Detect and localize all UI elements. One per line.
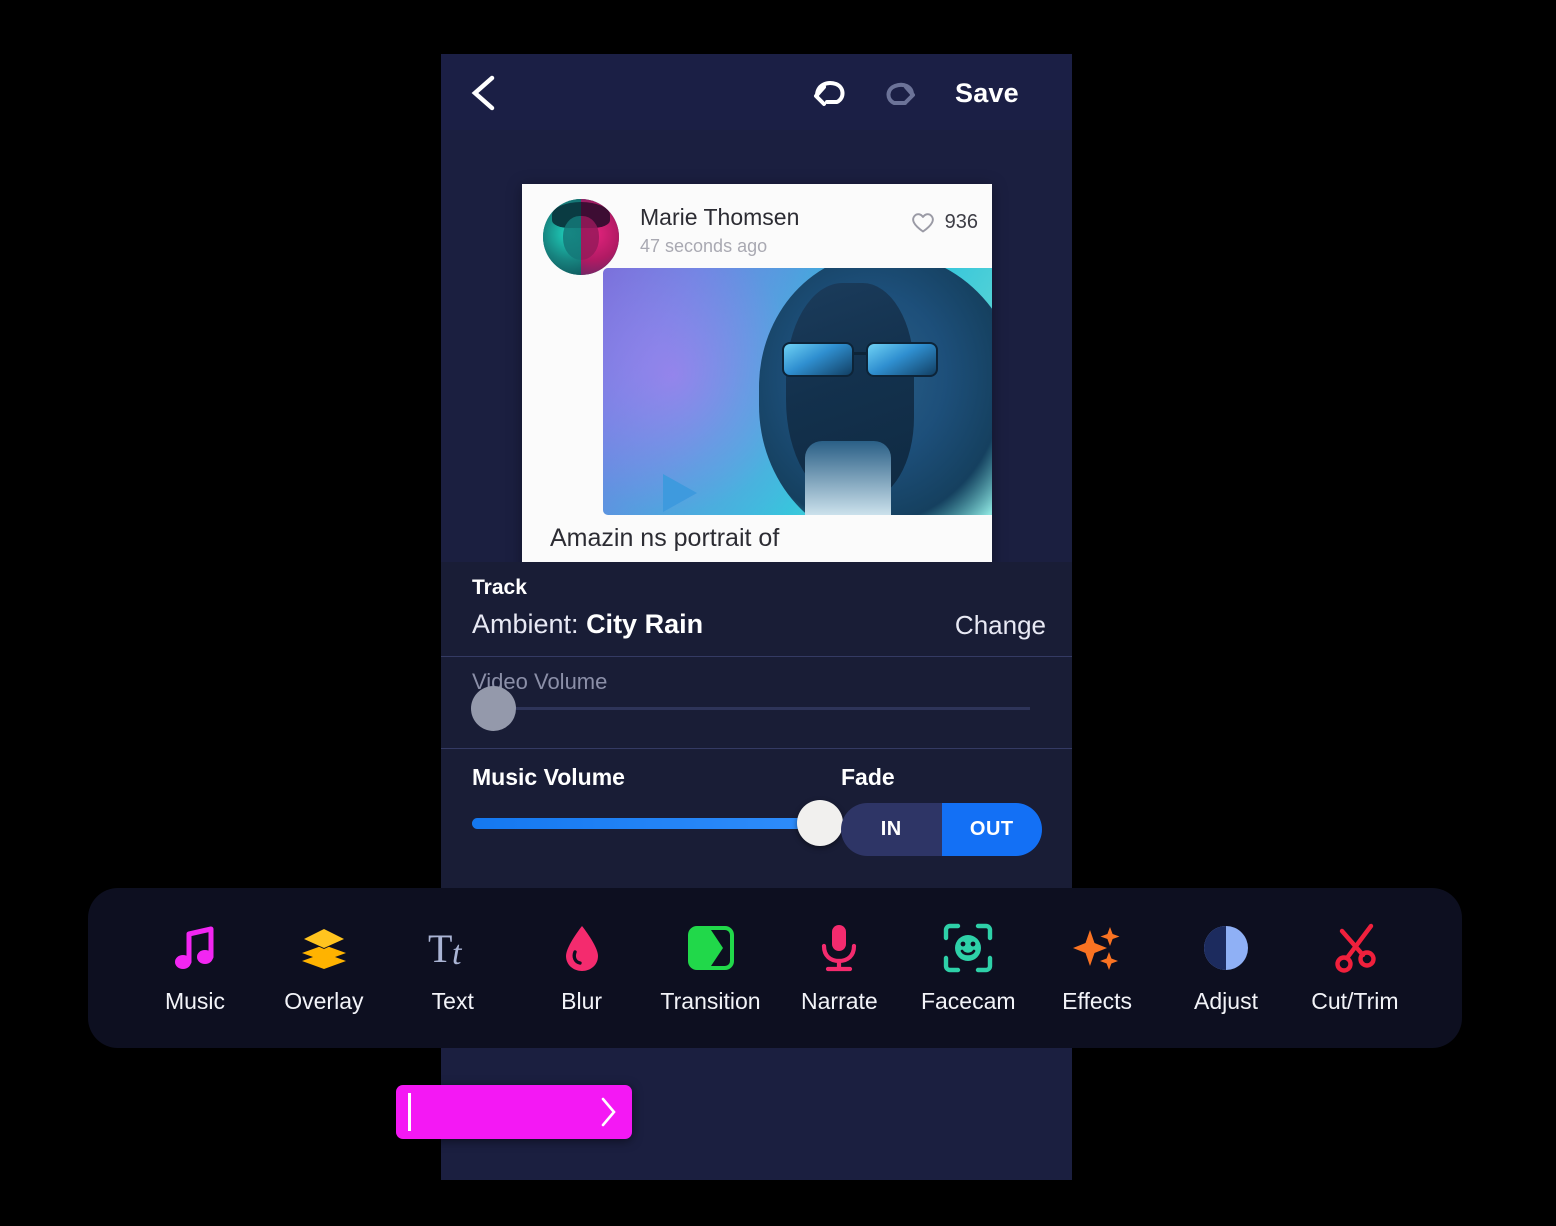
tool-overlay[interactable]: Overlay: [263, 922, 385, 1015]
svg-text:t: t: [452, 935, 463, 972]
play-icon[interactable]: [663, 474, 697, 512]
audio-settings-panel: Track Ambient: City Rain Change Video Vo…: [441, 562, 1072, 942]
divider: [441, 748, 1072, 749]
tool-cut-trim[interactable]: Cut/Trim: [1294, 922, 1416, 1015]
svg-text:T: T: [428, 926, 452, 971]
avatar: [543, 199, 619, 275]
post-author-name: Marie Thomsen: [640, 204, 800, 230]
track-name: City Rain: [586, 609, 704, 639]
like-count: 936: [944, 210, 978, 233]
music-volume-slider-fill: [472, 818, 820, 829]
tool-label: Blur: [561, 987, 603, 1014]
tool-label: Text: [431, 987, 474, 1014]
redo-button[interactable]: [878, 79, 920, 117]
layers-icon: [301, 926, 346, 969]
text-caret-icon: [408, 1093, 411, 1131]
back-button[interactable]: [465, 72, 507, 114]
action-pill-button[interactable]: [396, 1085, 632, 1139]
tool-label: Adjust: [1194, 987, 1258, 1014]
tool-effects[interactable]: Effects: [1036, 922, 1158, 1015]
editor-tool-toolbar: Music Overlay T t Text Blur Transition N…: [88, 888, 1462, 1048]
change-track-button[interactable]: Change: [955, 610, 1046, 641]
tool-label: Narrate: [801, 987, 878, 1014]
fade-out-option[interactable]: OUT: [941, 803, 1042, 856]
sparkles-icon: [1073, 926, 1120, 970]
video-volume-row: Video Volume: [441, 657, 1072, 749]
tool-blur[interactable]: Blur: [521, 922, 643, 1015]
video-preview-area: Marie Thomsen 47 seconds ago 936 Amazin …: [441, 130, 1072, 617]
track-row: Track Ambient: City Rain Change: [441, 562, 1072, 657]
post-card: Marie Thomsen 47 seconds ago 936 Amazin …: [522, 184, 992, 617]
editor-topbar: Save: [441, 54, 1072, 130]
like-group: 936: [910, 210, 978, 234]
track-section-label: Track: [472, 576, 527, 599]
save-button[interactable]: Save: [955, 78, 1019, 109]
transition-icon: [687, 925, 734, 970]
music-volume-slider-track[interactable]: [472, 818, 820, 829]
contrast-icon: [1204, 925, 1248, 970]
droplet-icon: [565, 925, 598, 971]
undo-button[interactable]: [809, 76, 851, 114]
fade-label: Fade: [841, 764, 895, 790]
music-volume-row: Music Volume Fade IN OUT: [441, 750, 1072, 880]
tool-transition[interactable]: Transition: [650, 922, 772, 1015]
post-media-thumbnail: [603, 268, 992, 515]
tool-narrate[interactable]: Narrate: [778, 922, 900, 1015]
screenshot-root: Save Marie Thomsen 47 seconds ago 936 Am…: [0, 0, 1556, 1226]
post-timestamp: 47 seconds ago: [640, 236, 768, 256]
music-volume-slider-thumb[interactable]: [797, 800, 843, 846]
post-caption: Amazin ns portrait of: [550, 524, 780, 552]
chevron-left-icon: [471, 75, 495, 111]
track-name-value: Ambient: City Rain: [472, 609, 703, 640]
microphone-icon: [822, 924, 857, 971]
tool-music[interactable]: Music: [134, 922, 256, 1015]
fade-in-option[interactable]: IN: [841, 803, 942, 856]
video-volume-slider-thumb[interactable]: [471, 686, 516, 731]
tool-text[interactable]: T t Text: [392, 922, 514, 1015]
post-card-header: Marie Thomsen 47 seconds ago 936: [522, 184, 992, 275]
undo-icon: [814, 81, 845, 106]
tool-label: Overlay: [284, 987, 364, 1014]
fade-toggle[interactable]: IN OUT: [841, 803, 1042, 856]
tool-adjust[interactable]: Adjust: [1165, 922, 1287, 1015]
tool-facecam[interactable]: Facecam: [907, 922, 1029, 1015]
tool-label: Effects: [1062, 987, 1133, 1014]
track-name-prefix: Ambient:: [472, 609, 587, 639]
tool-label: Facecam: [920, 987, 1016, 1014]
face-frame-icon: [944, 923, 993, 972]
tool-label: Transition: [660, 987, 761, 1014]
video-volume-slider-track[interactable]: [492, 707, 1030, 710]
tool-label: Music: [164, 987, 226, 1014]
text-tt-icon: T t: [428, 926, 463, 972]
music-volume-label: Music Volume: [472, 764, 625, 790]
tool-label: Cut/Trim: [1311, 987, 1399, 1014]
scissors-icon: [1335, 923, 1376, 973]
heart-icon: [911, 213, 934, 233]
redo-icon: [886, 82, 915, 105]
chevron-right-icon: [601, 1097, 616, 1127]
music-note-icon: [175, 926, 214, 969]
